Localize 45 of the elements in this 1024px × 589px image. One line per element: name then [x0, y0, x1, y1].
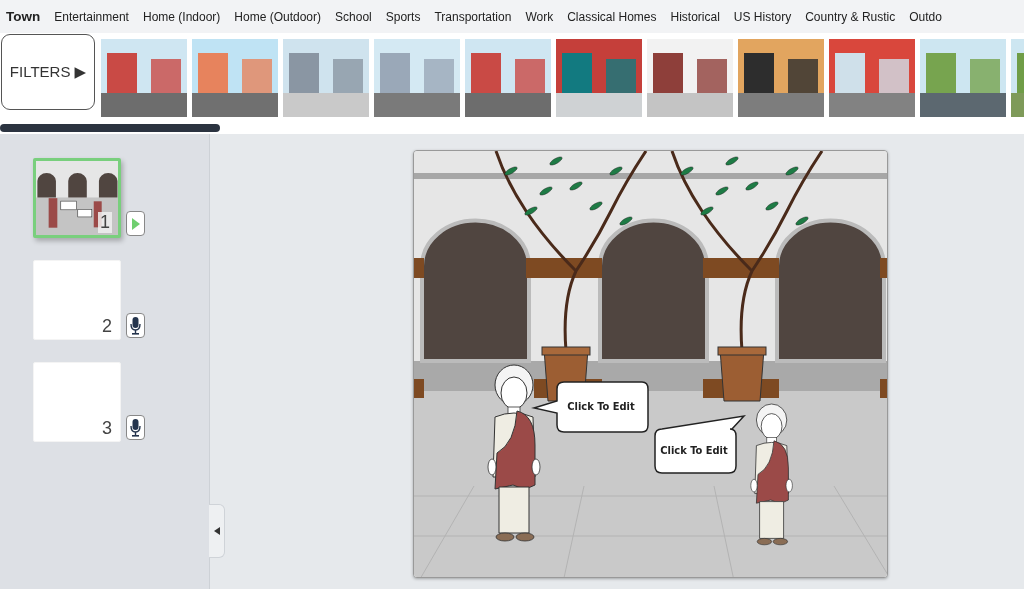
wooden-beam	[880, 379, 888, 398]
storyboard-cell[interactable]: 2	[33, 260, 121, 340]
play-icon	[130, 216, 141, 231]
scene-thumbnail[interactable]	[374, 39, 460, 117]
category-tab[interactable]: Transportation	[434, 5, 512, 28]
wooden-beam	[414, 258, 424, 278]
cell-number: 3	[101, 418, 113, 439]
bubble-text[interactable]: Click To Edit	[567, 399, 635, 413]
category-tab[interactable]: Work	[525, 5, 554, 28]
category-tab[interactable]: Classical Homes	[567, 5, 657, 28]
category-tab[interactable]: Sports	[385, 5, 421, 28]
flower-pot	[717, 346, 767, 402]
category-tab[interactable]: Home (Indoor)	[142, 5, 221, 28]
filters-button[interactable]: FILTERS ▶	[1, 34, 95, 110]
scene-thumbnail[interactable]	[192, 39, 278, 117]
scene-thumbnail[interactable]	[283, 39, 369, 117]
category-tab[interactable]: Historical	[670, 5, 720, 28]
scene-thumbnail[interactable]	[829, 39, 915, 117]
scrollbar-thumb[interactable]	[0, 124, 220, 132]
category-tab[interactable]: US History	[733, 5, 792, 28]
scene-thumbnail[interactable]	[556, 39, 642, 117]
category-tab[interactable]: Town	[6, 5, 41, 28]
scene-thumbnail[interactable]	[647, 39, 733, 117]
wooden-beam	[880, 258, 888, 278]
cell-number: 2	[101, 316, 113, 337]
caret-icon	[213, 527, 220, 535]
category-tab[interactable]: Outdo	[909, 5, 942, 28]
category-tab[interactable]: School	[335, 5, 372, 28]
collapse-handle[interactable]	[209, 504, 225, 558]
scene-thumbnail[interactable]	[738, 39, 824, 117]
storyboard-cell[interactable]: 1	[33, 158, 121, 238]
bubble-text[interactable]: Click To Edit	[660, 443, 728, 457]
play-button[interactable]	[126, 211, 145, 236]
microphone-icon	[130, 418, 141, 437]
scene-thumbnail[interactable]	[920, 39, 1006, 117]
scene-thumbnail[interactable]	[465, 39, 551, 117]
storyboard-cell[interactable]: 3	[33, 362, 121, 442]
record-button[interactable]	[126, 415, 145, 440]
category-tab[interactable]: Home (Outdoor)	[234, 5, 322, 28]
category-tab[interactable]: Country & Rustic	[805, 5, 896, 28]
microphone-icon	[130, 316, 141, 335]
scene-thumbnail[interactable]	[101, 39, 187, 117]
wooden-beam	[414, 379, 424, 398]
record-button[interactable]	[126, 313, 145, 338]
category-tab[interactable]: Entertainment	[54, 5, 129, 28]
